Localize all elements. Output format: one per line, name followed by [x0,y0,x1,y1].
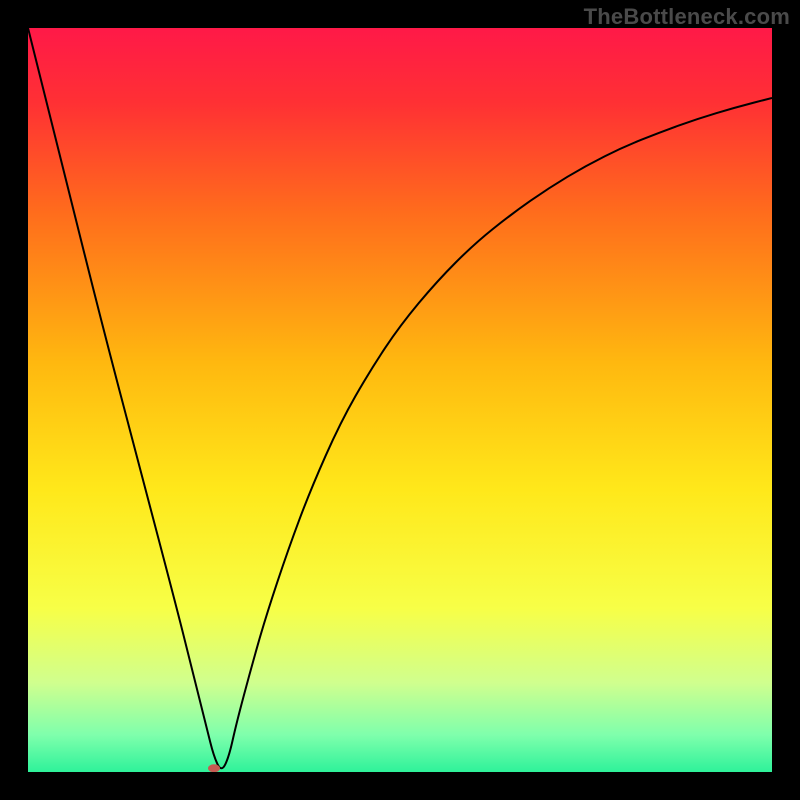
watermark-text: TheBottleneck.com [584,4,790,30]
optimal-point-marker [208,764,220,772]
plot-area [28,28,772,772]
gradient-background [28,28,772,772]
chart-svg [28,28,772,772]
chart-frame: TheBottleneck.com [0,0,800,800]
